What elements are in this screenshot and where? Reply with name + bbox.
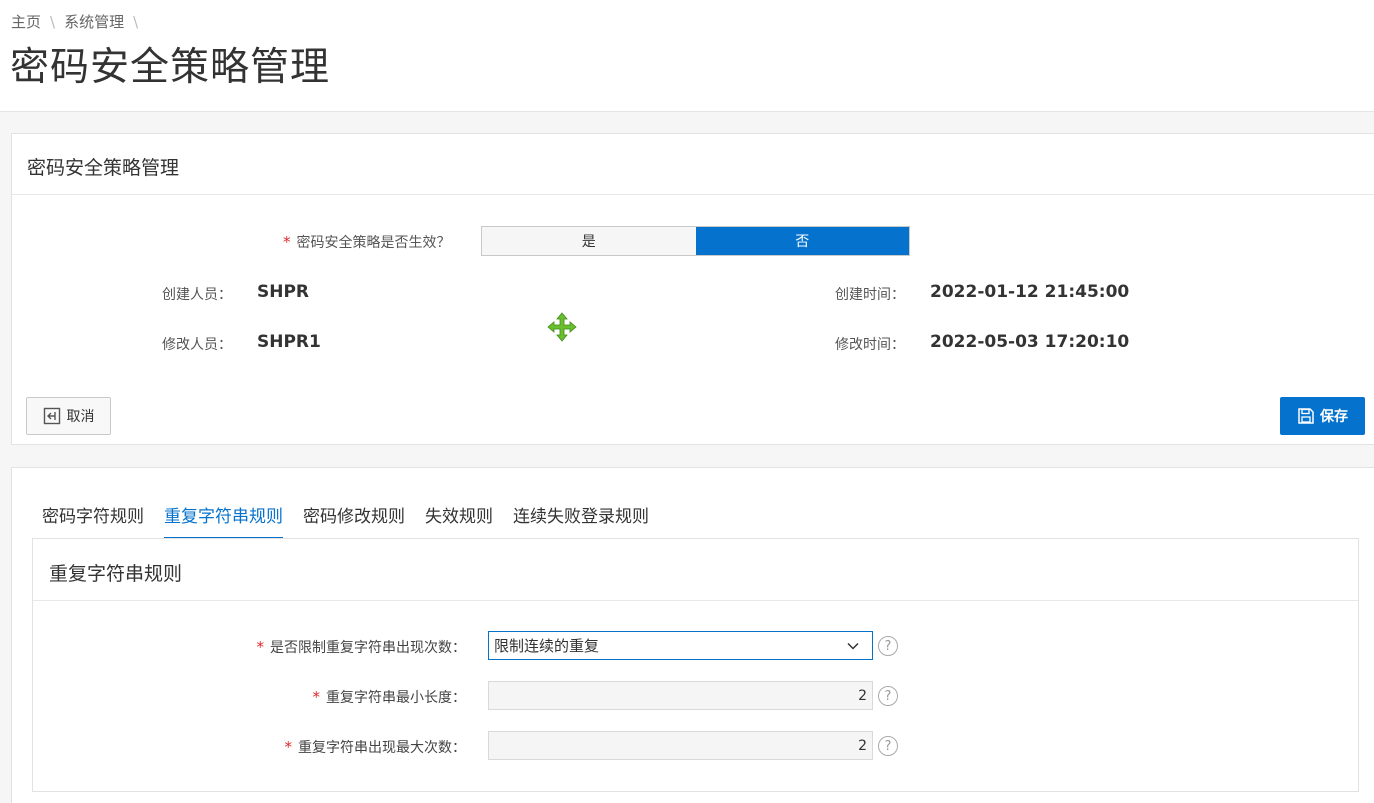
min-length-input[interactable]: 2 — [488, 681, 873, 710]
created-time-value: 2022-01-12 21:45:00 — [930, 282, 1130, 302]
required-mark: * — [283, 233, 291, 251]
back-icon — [43, 407, 60, 425]
policy-panel-title: 密码安全策略管理 — [27, 157, 180, 179]
rules-tabs: 密码字符规则 重复字符串规则 密码修改规则 失效规则 连续失败登录规则 — [42, 500, 669, 539]
page-title: 密码安全策略管理 — [10, 45, 331, 90]
max-count-label-text: 重复字符串出现最大次数： — [298, 740, 466, 756]
max-count-input[interactable]: 2 — [488, 731, 873, 760]
panel-divider — [12, 194, 1374, 195]
limit-repeat-label: * 是否限制重复字符串出现次数： — [257, 637, 467, 657]
max-count-help-icon[interactable]: ? — [878, 736, 898, 756]
created-time-label: 创建时间： — [835, 287, 905, 303]
max-count-label: * 重复字符串出现最大次数： — [285, 737, 467, 757]
policy-enabled-label-text: 密码安全策略是否生效？ — [296, 235, 451, 251]
breadcrumb-home-link[interactable]: 主页 — [11, 11, 41, 32]
breadcrumb-separator: \ — [50, 12, 56, 31]
tab-password-char-rules[interactable]: 密码字符规则 — [42, 500, 144, 539]
move-cursor-icon — [547, 312, 577, 342]
repeat-rules-title: 重复字符串规则 — [49, 563, 183, 585]
cancel-button[interactable]: 取消 — [26, 397, 111, 435]
tab-expiry-rules[interactable]: 失效规则 — [425, 500, 493, 539]
limit-repeat-selected-value: 限制连续的重复 — [494, 637, 600, 655]
modified-by-label: 修改人员： — [162, 337, 232, 353]
modified-time-value: 2022-05-03 17:20:10 — [930, 332, 1130, 352]
cancel-button-label: 取消 — [66, 409, 95, 425]
breadcrumb: 主页 \ 系统管理 \ — [11, 11, 147, 32]
required-mark: * — [256, 638, 265, 656]
save-button-label: 保存 — [1320, 409, 1348, 425]
min-length-help-icon[interactable]: ? — [878, 686, 898, 706]
required-mark: * — [284, 738, 293, 756]
min-length-label: * 重复字符串最小长度： — [313, 687, 467, 707]
toggle-yes-option[interactable]: 是 — [482, 227, 696, 255]
limit-repeat-help-icon[interactable]: ? — [878, 636, 898, 656]
tab-password-change-rules[interactable]: 密码修改规则 — [303, 500, 405, 539]
policy-enabled-label: * 密码安全策略是否生效？ — [283, 232, 451, 252]
limit-repeat-label-text: 是否限制重复字符串出现次数： — [270, 640, 466, 656]
chevron-down-icon — [847, 642, 859, 650]
modified-by-value: SHPR1 — [257, 332, 321, 352]
subpanel-divider — [33, 600, 1358, 601]
policy-enabled-toggle[interactable]: 是 否 — [481, 226, 910, 256]
modified-time-label: 修改时间： — [835, 337, 905, 353]
save-icon — [1298, 408, 1314, 424]
breadcrumb-separator: \ — [133, 12, 139, 31]
created-by-label: 创建人员： — [162, 287, 232, 303]
toggle-no-option[interactable]: 否 — [695, 227, 909, 255]
save-button[interactable]: 保存 — [1280, 397, 1365, 435]
breadcrumb-system-link[interactable]: 系统管理 — [64, 11, 124, 32]
tab-failed-login-rules[interactable]: 连续失败登录规则 — [513, 500, 649, 539]
min-length-label-text: 重复字符串最小长度： — [326, 690, 466, 706]
limit-repeat-select[interactable]: 限制连续的重复 — [488, 631, 873, 660]
created-by-value: SHPR — [257, 282, 310, 302]
tab-repeat-string-rules[interactable]: 重复字符串规则 — [164, 500, 283, 539]
required-mark: * — [312, 688, 321, 706]
